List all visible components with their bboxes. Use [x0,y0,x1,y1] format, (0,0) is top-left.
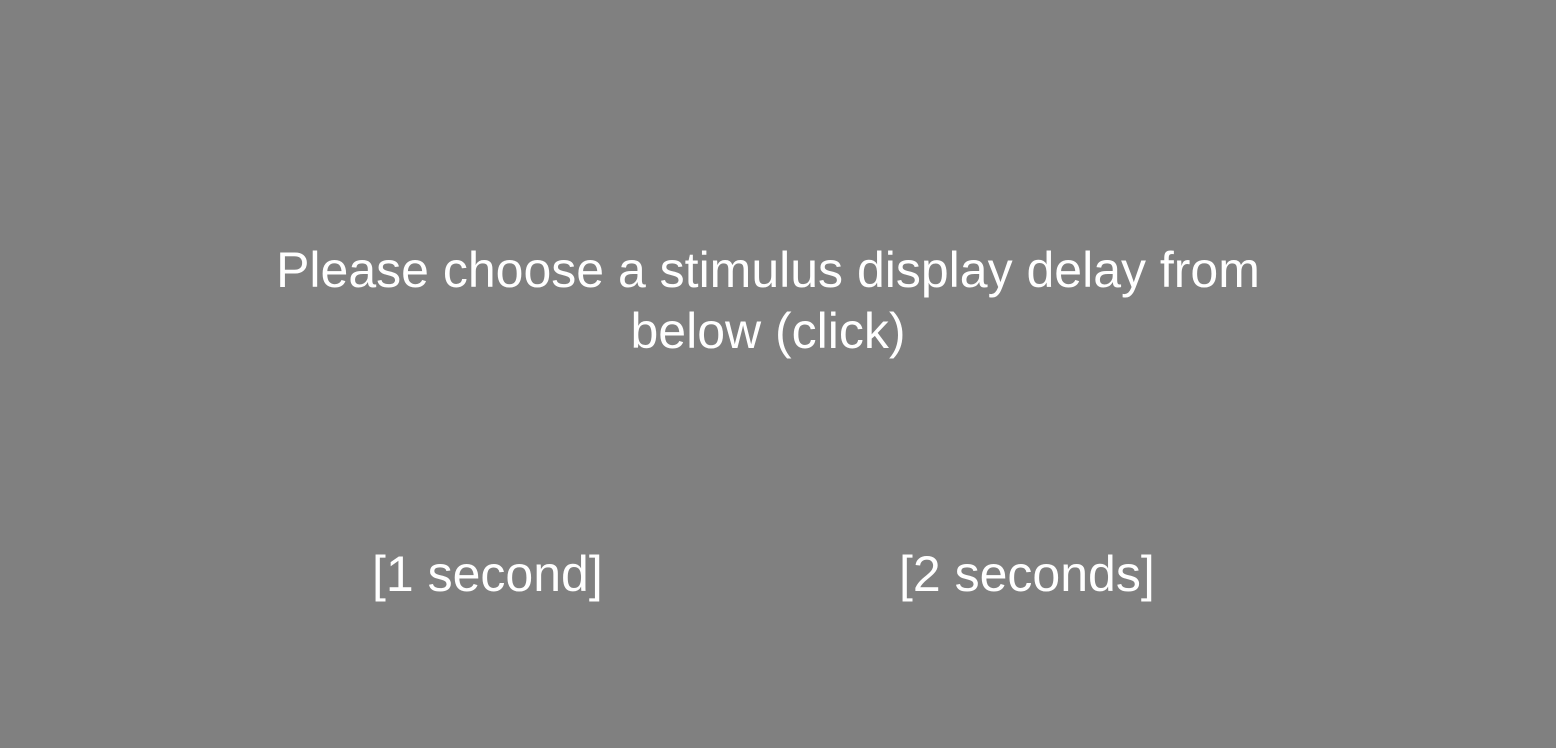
experiment-screen: Please choose a stimulus display delay f… [0,0,1556,748]
delay-option-2-seconds[interactable]: [2 seconds] [899,544,1155,604]
instruction-text: Please choose a stimulus display delay f… [276,242,1260,359]
delay-option-1-second[interactable]: [1 second] [372,544,603,604]
